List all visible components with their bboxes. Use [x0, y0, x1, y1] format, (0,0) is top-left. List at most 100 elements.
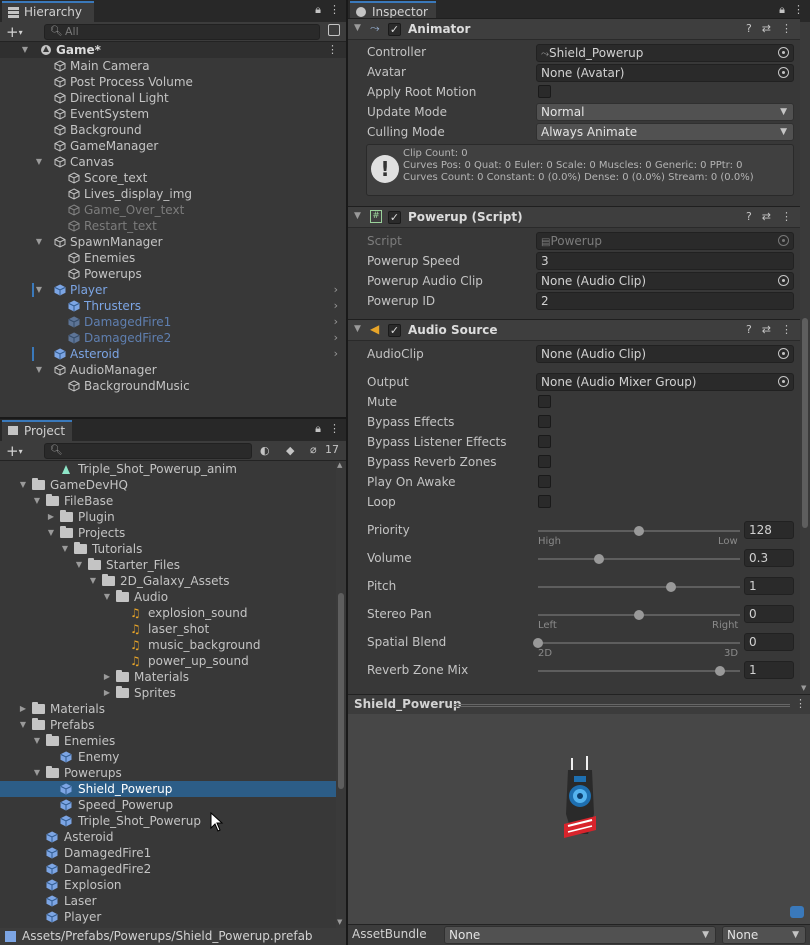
object-picker-icon[interactable]	[778, 67, 789, 78]
object-picker-icon[interactable]	[778, 376, 789, 387]
hierarchy-item[interactable]: Thrusters ›	[0, 298, 346, 314]
output-field[interactable]: None (Audio Mixer Group)	[536, 373, 794, 391]
object-picker-icon[interactable]	[778, 348, 789, 359]
kebab-menu-icon[interactable]: ⋮	[781, 22, 792, 35]
project-folder-item[interactable]: ▶ Materials	[0, 701, 336, 717]
hierarchy-search-input[interactable]: 🔍︎ All	[44, 24, 320, 40]
project-asset-item[interactable]: ♫ music_background	[0, 637, 336, 653]
fold-arrow-down-icon[interactable]: ▼	[34, 282, 44, 298]
help-icon[interactable]: ?	[746, 323, 752, 336]
scroll-up-arrow-icon[interactable]: ▲	[337, 461, 342, 469]
add-object-button[interactable]: +▾	[6, 23, 23, 41]
volume-input[interactable]: 0.3	[744, 549, 794, 567]
hierarchy-item[interactable]: ▼ Player ›	[0, 282, 346, 298]
project-folder-item[interactable]: ▼ Powerups	[0, 765, 336, 781]
filter-by-label-icon[interactable]: ◆	[286, 444, 294, 457]
kebab-menu-icon[interactable]: ⋮	[795, 697, 806, 710]
open-prefab-chevron-icon[interactable]: ›	[334, 314, 338, 330]
project-asset-item[interactable]: DamagedFire2	[0, 861, 336, 877]
fold-arrow-icon[interactable]: ▼	[354, 211, 361, 221]
fold-arrow-down-icon[interactable]: ▼	[88, 573, 98, 589]
spatial-blend-slider-knob[interactable]	[533, 638, 543, 648]
hierarchy-item[interactable]: ▼ AudioManager	[0, 362, 346, 378]
hierarchy-item[interactable]: EventSystem	[0, 106, 346, 122]
hierarchy-item[interactable]: Score_text	[0, 170, 346, 186]
pitch-slider-track[interactable]	[538, 586, 740, 588]
kebab-menu-icon[interactable]: ⋮	[781, 210, 792, 223]
fold-arrow-down-icon[interactable]: ▼	[74, 557, 84, 573]
fold-arrow-down-icon[interactable]: ▼	[32, 733, 42, 749]
hierarchy-item[interactable]: Restart_text	[0, 218, 346, 234]
hierarchy-item[interactable]: Enemies	[0, 250, 346, 266]
audioclip-field[interactable]: None (Audio Clip)	[536, 345, 794, 363]
reverb-zone-mix-slider-track[interactable]	[538, 670, 740, 672]
project-asset-item[interactable]: DamagedFire1	[0, 845, 336, 861]
bypass-effects-checkbox[interactable]	[538, 415, 551, 428]
culling-mode-dropdown[interactable]: Always Animate ▼	[536, 123, 794, 141]
create-asset-button[interactable]: +▾	[6, 442, 23, 460]
project-asset-item[interactable]: Asteroid	[0, 829, 336, 845]
hierarchy-item[interactable]: ▼ Game* ⋮	[0, 42, 346, 58]
priority-input[interactable]: 128	[744, 521, 794, 539]
audio-source-header[interactable]: ▼ ◀ ✓ Audio Source ? ⇄ ⋮	[348, 319, 800, 341]
bypass-listener-checkbox[interactable]	[538, 435, 551, 448]
project-scrollbar[interactable]: ▲ ▼	[336, 461, 346, 928]
open-prefab-chevron-icon[interactable]: ›	[334, 282, 338, 298]
hierarchy-item[interactable]: ▼ Canvas	[0, 154, 346, 170]
fold-arrow-down-icon[interactable]: ▼	[20, 42, 30, 58]
project-asset-item[interactable]: Triple_Shot_Powerup	[0, 813, 336, 829]
project-folder-item[interactable]: ▶ Plugin	[0, 509, 336, 525]
hierarchy-item[interactable]: DamagedFire1 ›	[0, 314, 346, 330]
search-options-icon[interactable]	[328, 24, 340, 36]
lock-icon[interactable]: 🔒︎	[315, 3, 321, 17]
tab-project[interactable]: Project	[2, 420, 72, 441]
controller-field[interactable]: ⤳Shield_Powerup	[536, 44, 794, 62]
assetbundle-variant-dropdown[interactable]: None ▼	[722, 926, 806, 944]
filter-by-type-icon[interactable]: ◐	[260, 444, 270, 457]
project-folder-item[interactable]: ▼ Starter_Files	[0, 557, 336, 573]
fold-arrow-down-icon[interactable]: ▼	[60, 541, 70, 557]
stereo-pan-input[interactable]: 0	[744, 605, 794, 623]
project-folder-item[interactable]: ▼ GameDevHQ	[0, 477, 336, 493]
fold-arrow-down-icon[interactable]: ▼	[34, 362, 44, 378]
audio-source-enabled-checkbox[interactable]: ✓	[388, 324, 401, 337]
hierarchy-item[interactable]: Post Process Volume	[0, 74, 346, 90]
project-asset-item[interactable]: Triple_Shot_Powerup_anim	[0, 461, 336, 477]
prefab-preview[interactable]	[348, 714, 810, 924]
hierarchy-item[interactable]: Powerups	[0, 266, 346, 282]
open-prefab-chevron-icon[interactable]: ›	[334, 346, 338, 362]
hierarchy-item[interactable]: Asteroid ›	[0, 346, 346, 362]
project-folder-item[interactable]: ▼ Prefabs	[0, 717, 336, 733]
project-folder-item[interactable]: ▼ FileBase	[0, 493, 336, 509]
project-folder-item[interactable]: ▼ Tutorials	[0, 541, 336, 557]
help-icon[interactable]: ?	[746, 22, 752, 35]
project-folder-item[interactable]: ▼ Enemies	[0, 733, 336, 749]
fold-arrow-down-icon[interactable]: ▼	[18, 477, 28, 493]
bypass-reverb-checkbox[interactable]	[538, 455, 551, 468]
presets-icon[interactable]: ⇄	[762, 210, 771, 223]
play-on-awake-checkbox[interactable]	[538, 475, 551, 488]
fold-arrow-right-icon[interactable]: ▶	[46, 509, 56, 525]
lock-icon[interactable]: 🔒︎	[315, 422, 321, 436]
powerup-audio-clip-field[interactable]: None (Audio Clip)	[536, 272, 794, 290]
fold-arrow-down-icon[interactable]: ▼	[102, 589, 112, 605]
fold-arrow-icon[interactable]: ▼	[354, 23, 361, 33]
fold-arrow-right-icon[interactable]: ▶	[102, 685, 112, 701]
hierarchy-item[interactable]: Directional Light	[0, 90, 346, 106]
project-asset-item[interactable]: Laser	[0, 893, 336, 909]
pitch-input[interactable]: 1	[744, 577, 794, 595]
fold-arrow-down-icon[interactable]: ▼	[34, 154, 44, 170]
loop-checkbox[interactable]	[538, 495, 551, 508]
fold-arrow-down-icon[interactable]: ▼	[46, 525, 56, 541]
help-icon[interactable]: ?	[746, 210, 752, 223]
project-folder-item[interactable]: ▼ Projects	[0, 525, 336, 541]
project-asset-item[interactable]: ♫ explosion_sound	[0, 605, 336, 621]
fold-arrow-down-icon[interactable]: ▼	[18, 717, 28, 733]
project-asset-item[interactable]: Enemy	[0, 749, 336, 765]
inspector-scroll-thumb[interactable]	[802, 318, 808, 528]
project-asset-item[interactable]: Player	[0, 909, 336, 925]
hierarchy-item[interactable]: Main Camera	[0, 58, 346, 74]
project-search-input[interactable]: 🔍︎	[44, 443, 252, 459]
fold-arrow-right-icon[interactable]: ▶	[102, 669, 112, 685]
project-asset-item[interactable]: ♫ power_up_sound	[0, 653, 336, 669]
